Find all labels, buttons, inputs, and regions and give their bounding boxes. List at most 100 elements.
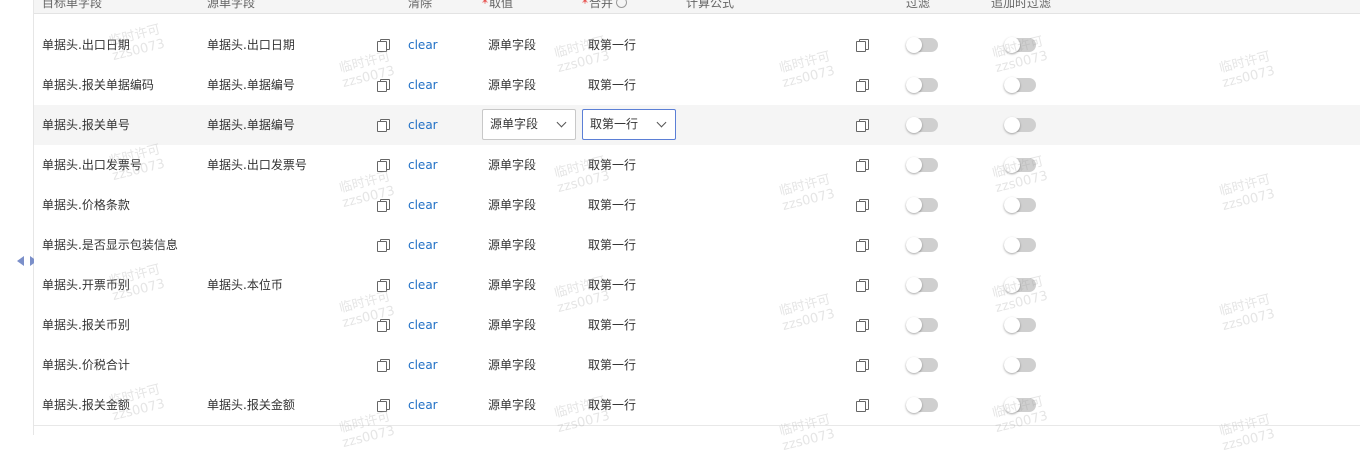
- add-filter-toggle[interactable]: [1004, 197, 1036, 213]
- copy-icon[interactable]: [856, 279, 869, 292]
- table-row[interactable]: 单据头.报关币别 clear 源单字段 取第一行: [34, 305, 1360, 346]
- merge-cell[interactable]: 取第一行: [588, 145, 636, 185]
- merge-cell[interactable]: 取第一行: [588, 305, 636, 345]
- filter-toggle[interactable]: [906, 277, 938, 293]
- table-row[interactable]: 单据头.报关单据编码 单据头.单据编号 clear 源单字段 取第一行: [34, 65, 1360, 106]
- copy-source-button[interactable]: [377, 279, 390, 292]
- value-cell[interactable]: 源单字段: [488, 265, 536, 305]
- value-cell[interactable]: 源单字段: [488, 145, 536, 185]
- clear-link[interactable]: clear: [408, 225, 438, 265]
- merge-select[interactable]: 取第一行: [582, 109, 676, 140]
- copy-icon[interactable]: [377, 279, 390, 292]
- add-filter-toggle[interactable]: [1004, 77, 1036, 93]
- copy-icon[interactable]: [856, 39, 869, 52]
- copy-formula-button[interactable]: [856, 159, 869, 172]
- merge-cell[interactable]: 取第一行: [588, 265, 636, 305]
- caret-left-icon[interactable]: [17, 256, 24, 266]
- copy-icon[interactable]: [856, 399, 869, 412]
- merge-cell[interactable]: 取第一行: [588, 65, 636, 105]
- copy-formula-button[interactable]: [856, 399, 869, 412]
- copy-icon[interactable]: [377, 79, 390, 92]
- clear-link[interactable]: clear: [408, 185, 438, 225]
- copy-icon[interactable]: [856, 119, 869, 132]
- filter-toggle[interactable]: [906, 397, 938, 413]
- copy-formula-button[interactable]: [856, 199, 869, 212]
- clear-link[interactable]: clear: [408, 145, 438, 185]
- merge-cell[interactable]: 取第一行: [588, 25, 636, 65]
- add-filter-toggle[interactable]: [1004, 157, 1036, 173]
- copy-icon[interactable]: [856, 239, 869, 252]
- add-filter-toggle[interactable]: [1004, 117, 1036, 133]
- add-filter-toggle[interactable]: [1004, 317, 1036, 333]
- copy-icon[interactable]: [377, 359, 390, 372]
- value-cell[interactable]: 源单字段: [488, 225, 536, 265]
- add-filter-toggle[interactable]: [1004, 397, 1036, 413]
- value-cell[interactable]: 源单字段: [488, 25, 536, 65]
- merge-cell[interactable]: 取第一行: [588, 225, 636, 265]
- copy-formula-button[interactable]: [856, 279, 869, 292]
- copy-icon[interactable]: [856, 319, 869, 332]
- table-row[interactable]: 单据头.报关金额 单据头.报关金额 clear 源单字段 取第一行: [34, 385, 1360, 426]
- table-row[interactable]: 单据头.出口发票号 单据头.出口发票号 clear 源单字段 取第一行: [34, 145, 1360, 186]
- copy-source-button[interactable]: [377, 39, 390, 52]
- copy-icon[interactable]: [856, 159, 869, 172]
- copy-source-button[interactable]: [377, 239, 390, 252]
- clear-link[interactable]: clear: [408, 385, 438, 425]
- table-row[interactable]: 单据头.开票币别 单据头.本位币 clear 源单字段 取第一行: [34, 265, 1360, 306]
- copy-icon[interactable]: [377, 39, 390, 52]
- merge-cell[interactable]: 取第一行: [588, 345, 636, 385]
- copy-formula-button[interactable]: [856, 39, 869, 52]
- table-row[interactable]: 单据头.价格条款 clear 源单字段 取第一行: [34, 185, 1360, 226]
- filter-toggle[interactable]: [906, 357, 938, 373]
- filter-toggle[interactable]: [906, 317, 938, 333]
- copy-source-button[interactable]: [377, 399, 390, 412]
- table-row[interactable]: 单据头.价税合计 clear 源单字段 取第一行: [34, 345, 1360, 386]
- filter-toggle[interactable]: [906, 237, 938, 253]
- add-filter-toggle[interactable]: [1004, 37, 1036, 53]
- merge-cell[interactable]: 取第一行: [588, 185, 636, 225]
- copy-icon[interactable]: [377, 319, 390, 332]
- copy-source-button[interactable]: [377, 359, 390, 372]
- value-select[interactable]: 源单字段: [482, 109, 576, 140]
- chevron-down-icon[interactable]: [656, 117, 667, 128]
- copy-source-button[interactable]: [377, 159, 390, 172]
- copy-icon[interactable]: [377, 119, 390, 132]
- clear-link[interactable]: clear: [408, 265, 438, 305]
- copy-formula-button[interactable]: [856, 79, 869, 92]
- copy-source-button[interactable]: [377, 199, 390, 212]
- add-filter-toggle[interactable]: [1004, 357, 1036, 373]
- table-row[interactable]: 单据头.出口日期 单据头.出口日期 clear 源单字段 取第一行: [34, 25, 1360, 66]
- copy-formula-button[interactable]: [856, 319, 869, 332]
- copy-formula-button[interactable]: [856, 119, 869, 132]
- copy-icon[interactable]: [377, 239, 390, 252]
- clear-link[interactable]: clear: [408, 345, 438, 385]
- copy-icon[interactable]: [377, 399, 390, 412]
- add-filter-toggle[interactable]: [1004, 237, 1036, 253]
- copy-formula-button[interactable]: [856, 359, 869, 372]
- filter-toggle[interactable]: [906, 117, 938, 133]
- filter-toggle[interactable]: [906, 77, 938, 93]
- copy-icon[interactable]: [377, 159, 390, 172]
- value-cell[interactable]: 源单字段: [488, 185, 536, 225]
- chevron-down-icon[interactable]: [556, 117, 567, 128]
- clear-link[interactable]: clear: [408, 65, 438, 105]
- filter-toggle[interactable]: [906, 197, 938, 213]
- add-filter-toggle[interactable]: [1004, 277, 1036, 293]
- copy-icon[interactable]: [377, 199, 390, 212]
- copy-source-button[interactable]: [377, 119, 390, 132]
- value-cell[interactable]: 源单字段: [488, 345, 536, 385]
- clear-link[interactable]: clear: [408, 25, 438, 65]
- value-cell[interactable]: 源单字段: [488, 305, 536, 345]
- copy-icon[interactable]: [856, 199, 869, 212]
- copy-icon[interactable]: [856, 79, 869, 92]
- clear-link[interactable]: clear: [408, 105, 438, 145]
- table-row[interactable]: 单据头.是否显示包装信息 clear 源单字段 取第一行: [34, 225, 1360, 266]
- copy-source-button[interactable]: [377, 319, 390, 332]
- copy-icon[interactable]: [856, 359, 869, 372]
- filter-toggle[interactable]: [906, 157, 938, 173]
- value-cell[interactable]: 源单字段: [488, 65, 536, 105]
- copy-formula-button[interactable]: [856, 239, 869, 252]
- merge-cell[interactable]: 取第一行: [588, 385, 636, 425]
- value-cell[interactable]: 源单字段: [488, 385, 536, 425]
- table-row[interactable]: 单据头.报关单号 单据头.单据编号 clear 源单字段 取第一行: [34, 105, 1360, 146]
